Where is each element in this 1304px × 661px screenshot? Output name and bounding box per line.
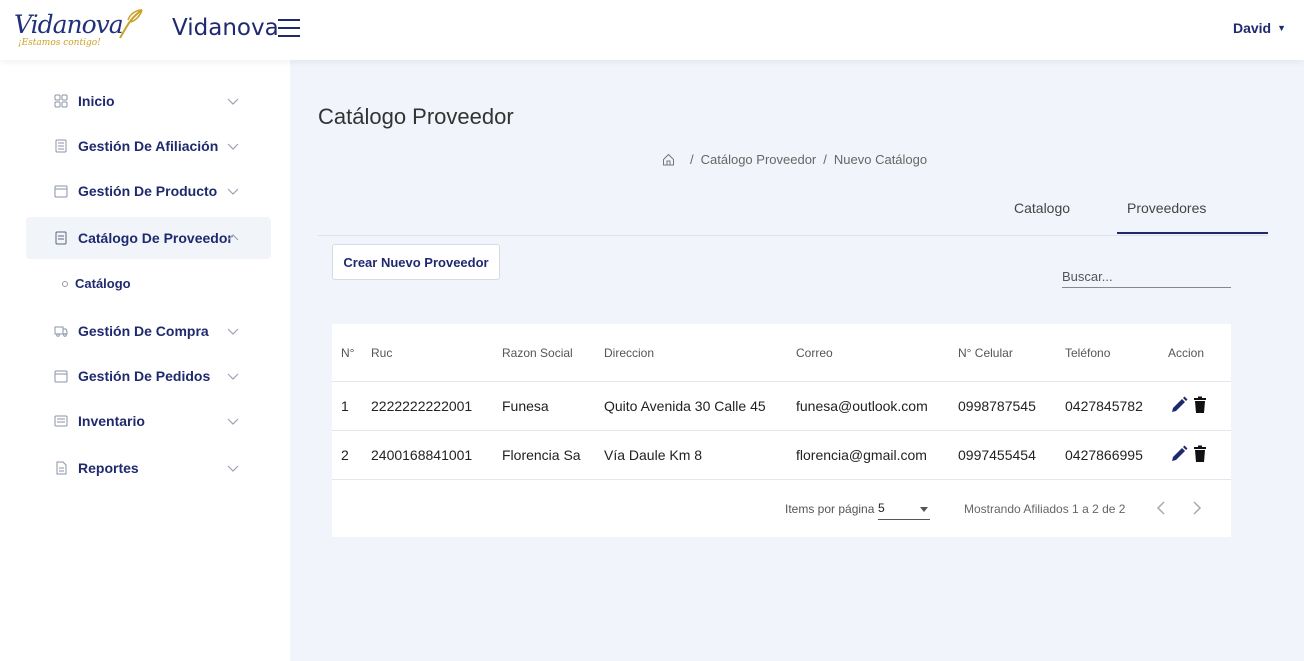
column-header-accion: Accion [1168,346,1205,360]
tabs-divider [318,235,1268,236]
brand-name: Vidanova [172,15,279,41]
chevron-up-icon [227,234,239,241]
report-icon [56,461,67,475]
cell-correo: funesa@outlook.com [796,398,928,414]
sidebar-item-inicio[interactable]: Inicio [26,80,271,122]
sidebar: Inicio Gestión De Afiliación Gestión De … [0,60,290,661]
sidebar-item-label: Inicio [78,93,115,109]
column-header-ruc[interactable]: Ruc [371,346,392,360]
column-header-razon-social[interactable]: Razon Social [502,346,573,360]
sidebar-item-label: Gestión De Producto [78,183,218,199]
cell-direccion: Quito Avenida 30 Calle 45 [604,398,766,414]
search-input[interactable] [1062,266,1231,288]
cell-razon-social: Florencia Sa [502,447,581,463]
dropdown-arrow-icon [920,507,928,512]
vidanova-logo[interactable]: Vidanova ¡Estamos contigo! [14,6,144,52]
column-header-correo[interactable]: Correo [796,346,833,360]
sidebar-item-catalogo-proveedor[interactable]: Catálogo De Proveedor [26,217,271,259]
create-provider-button[interactable]: Crear Nuevo Proveedor [332,244,500,280]
chevron-down-icon [227,143,239,150]
bullet-icon [62,281,68,287]
cell-ruc: 2400168841001 [371,447,473,463]
tab-proveedores[interactable]: Proveedores [1127,200,1206,216]
sidebar-item-compra[interactable]: Gestión De Compra [26,310,271,352]
breadcrumb: / Catálogo Proveedor / Nuevo Catálogo [662,152,927,167]
breadcrumb-item: Nuevo Catálogo [833,152,928,167]
sidebar-item-label: Catálogo De Proveedor [78,230,233,246]
page-size-select[interactable]: 5 [878,498,930,520]
chevron-down-icon [227,465,239,472]
next-page-icon[interactable] [1190,500,1204,516]
cell-n: 1 [341,398,349,414]
top-bar: Vidanova ¡Estamos contigo! Vidanova Davi… [0,0,1304,60]
chevron-down-icon [227,328,239,335]
delete-icon[interactable] [1191,396,1209,414]
breadcrumb-item[interactable]: Catálogo Proveedor [701,152,817,167]
providers-table: N° Ruc Razon Social Direccion Correo N° … [332,324,1231,537]
palm-leaf-icon [119,9,143,39]
cell-celular: 0998787545 [958,398,1036,414]
sidebar-item-producto[interactable]: Gestión De Producto [26,170,271,212]
grid-icon [54,94,68,108]
column-header-celular[interactable]: N° Celular [958,346,1013,360]
chevron-down-icon [227,418,239,425]
column-header-n[interactable]: N° [341,346,354,360]
cell-telefono: 0427845782 [1065,398,1143,414]
cell-correo: florencia@gmail.com [796,447,927,463]
sidebar-item-pedidos[interactable]: Gestión De Pedidos [26,355,271,397]
chevron-down-icon [227,373,239,380]
logo-tagline: ¡Estamos contigo! [18,38,101,48]
tab-catalogo[interactable]: Catalogo [1014,200,1070,216]
sidebar-item-label: Reportes [78,460,139,476]
user-menu[interactable]: David ▼ [1233,20,1286,36]
page-title: Catálogo Proveedor [318,104,514,129]
box-icon [54,370,68,383]
paginator: Items por página 5 Mostrando Afiliados 1… [332,479,1231,537]
sidebar-item-reportes[interactable]: Reportes [26,447,271,489]
subitem-label: Catálogo [75,276,131,291]
column-header-telefono[interactable]: Teléfono [1065,346,1110,360]
sidebar-subitem-catalogo[interactable]: Catálogo [62,276,131,291]
previous-page-icon[interactable] [1154,500,1168,516]
cell-ruc: 2222222222001 [371,398,473,414]
edit-icon[interactable] [1170,445,1188,463]
range-label: Mostrando Afiliados 1 a 2 de 2 [964,502,1126,516]
chevron-down-icon [227,98,239,105]
cell-celular: 0997455454 [958,447,1036,463]
hamburger-menu-icon[interactable] [278,19,300,39]
truck-icon [54,326,68,337]
chevron-down-icon [227,188,239,195]
items-per-page-label: Items por página [785,502,875,516]
cell-n: 2 [341,447,349,463]
sidebar-item-label: Gestión De Compra [78,323,209,339]
document-icon [55,231,67,245]
box-icon [54,185,68,198]
home-icon[interactable] [662,153,675,166]
table-row: 2 2400168841001 Florencia Sa Vía Daule K… [332,430,1231,479]
sidebar-item-afiliacion[interactable]: Gestión De Afiliación [26,125,271,167]
column-header-direccion[interactable]: Direccion [604,346,654,360]
logo-wordmark: Vidanova [14,10,124,39]
sidebar-item-inventario[interactable]: Inventario [26,400,271,442]
cell-razon-social: Funesa [502,398,549,414]
sidebar-item-label: Gestión De Afiliación [78,138,219,154]
sidebar-item-label: Inventario [78,413,145,429]
cell-direccion: Vía Daule Km 8 [604,447,703,463]
sidebar-item-label: Gestión De Pedidos [78,368,211,384]
edit-icon[interactable] [1170,396,1188,414]
list-icon [55,139,67,153]
cell-telefono: 0427866995 [1065,447,1143,463]
caret-down-icon: ▼ [1277,23,1286,33]
active-tab-indicator [1117,232,1268,234]
table-row: 1 2222222222001 Funesa Quito Avenida 30 … [332,381,1231,430]
user-name: David [1232,20,1272,36]
page-size-value: 5 [878,501,885,515]
inventory-icon [54,415,68,427]
delete-icon[interactable] [1191,445,1209,463]
